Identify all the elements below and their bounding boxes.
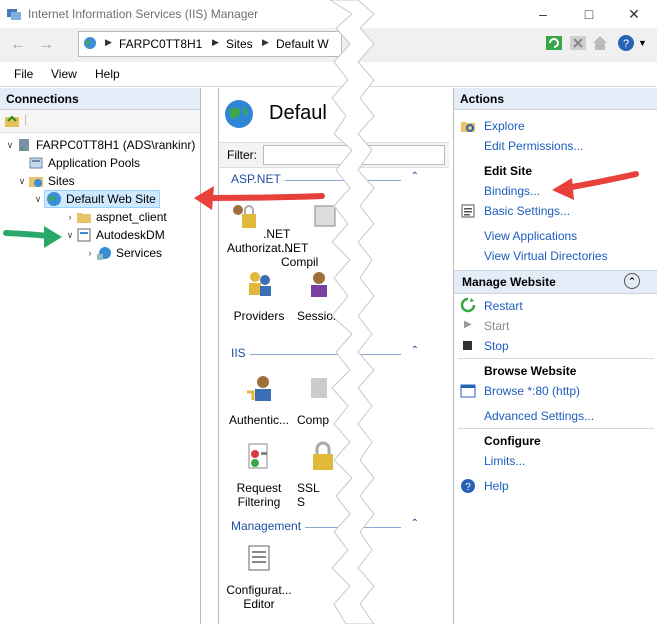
stop-link[interactable]: Stop — [484, 339, 509, 353]
collapse-icon[interactable]: ⌃ — [411, 518, 419, 529]
tree-item-aspnet-client[interactable]: › aspnet_client — [64, 208, 195, 226]
svg-text:?: ? — [465, 482, 471, 493]
path-chevron-icon: ▶ — [262, 37, 269, 47]
path-segment-site[interactable]: Default W — [276, 37, 329, 51]
view-applications-link[interactable]: View Applications — [484, 229, 577, 243]
globe-icon — [225, 100, 253, 128]
divider — [458, 428, 654, 429]
tree-item-services[interactable]: › Services — [84, 244, 195, 262]
connections-panel: Connections | ∨ FARPC0TT8H1 (ADS\rankinr… — [0, 88, 201, 624]
close-button[interactable]: ✕ — [611, 0, 657, 28]
providers-icon — [249, 272, 271, 296]
edit-site-heading: Edit Site — [484, 164, 533, 178]
globe-icon — [47, 192, 61, 206]
help-dropdown-icon[interactable]: ▼ — [638, 38, 647, 48]
actions-header: Actions — [454, 88, 657, 110]
help-icon[interactable]: ? — [617, 34, 635, 52]
manage-website-heading: Manage Website — [462, 275, 556, 289]
menu-help[interactable]: Help — [95, 67, 120, 81]
collapse-icon[interactable]: ⌃ — [411, 171, 419, 182]
sites-folder-icon — [29, 177, 43, 187]
expand-icon[interactable]: › — [64, 212, 76, 222]
torn-edge — [329, 0, 375, 624]
maximize-button[interactable]: □ — [566, 0, 612, 28]
menu-view[interactable]: View — [51, 67, 77, 81]
path-chevron-icon: ▶ — [212, 37, 219, 47]
path-segment-sites[interactable]: Sites — [226, 37, 253, 51]
manage-website-section[interactable]: Manage Website ⌃ — [454, 270, 657, 294]
window-title: Internet Information Services (IIS) Mana… — [28, 7, 259, 21]
restart-icon — [460, 297, 476, 313]
back-button[interactable]: ← — [6, 33, 30, 57]
home-icon[interactable] — [591, 34, 609, 52]
minimize-button[interactable]: – — [520, 0, 566, 28]
browse-80-link[interactable]: Browse *:80 (http) — [484, 384, 580, 398]
tree-item-application-pools[interactable]: Application Pools — [28, 154, 195, 172]
path-segment-server[interactable]: FARPC0TT8H1 — [119, 37, 202, 51]
basic-settings-link[interactable]: Basic Settings... — [484, 204, 570, 218]
collapse-icon[interactable]: ⌃ — [411, 345, 419, 356]
basic-settings-icon — [461, 204, 475, 218]
collapse-icon[interactable]: ⌃ — [624, 273, 640, 289]
folder-icon — [77, 213, 91, 223]
feature-configuration-editor[interactable]: Configurat... Editor — [219, 542, 299, 611]
help-icon: ? — [461, 479, 475, 493]
selected-node[interactable]: Default Web Site — [44, 190, 160, 208]
app-pools-icon — [29, 157, 43, 169]
restart-link[interactable]: Restart — [484, 299, 523, 313]
application-globe-icon — [97, 247, 111, 260]
server-icon — [19, 139, 29, 151]
application-icon — [77, 228, 91, 242]
connections-toolbar: | — [0, 110, 200, 133]
collapse-icon[interactable]: ∨ — [64, 230, 76, 241]
menu-file[interactable]: File — [14, 67, 33, 81]
configuration-editor-icon — [248, 545, 270, 571]
limits-link[interactable]: Limits... — [484, 454, 525, 468]
collapse-icon[interactable]: ∨ — [32, 194, 44, 205]
connections-header: Connections — [0, 88, 200, 110]
tree-item-sites[interactable]: ∨ Sites — [16, 172, 195, 190]
stop-icon[interactable] — [569, 34, 587, 52]
start-icon: ▶ — [464, 319, 472, 330]
actions-panel: Actions Explore Edit Permissions... Edit… — [453, 88, 657, 624]
divider — [458, 358, 654, 359]
collapse-icon[interactable]: ∨ — [4, 140, 16, 151]
tree-item-server[interactable]: ∨ FARPC0TT8H1 (ADS\rankinr) — [4, 136, 196, 154]
lock-people-icon — [232, 205, 256, 228]
explore-link[interactable]: Explore — [484, 119, 525, 133]
iis-icon — [7, 9, 21, 20]
feature-authentication[interactable]: Authentic... — [219, 372, 299, 427]
collapse-icon[interactable]: ∨ — [16, 176, 28, 187]
view-virtual-directories-link[interactable]: View Virtual Directories — [484, 249, 608, 263]
browse-website-heading: Browse Website — [484, 364, 577, 378]
tree-item-default-web-site[interactable]: ∨ Default Web Site — [32, 190, 195, 208]
browse-icon — [460, 384, 476, 398]
request-filtering-icon — [248, 443, 268, 469]
feature-request-filtering[interactable]: Request Filtering — [219, 440, 299, 509]
edit-permissions-link[interactable]: Edit Permissions... — [484, 139, 583, 153]
help-link[interactable]: Help — [484, 479, 509, 493]
path-chevron-icon: ▶ — [105, 37, 112, 47]
feature-providers[interactable]: Providers — [219, 268, 299, 323]
bindings-link[interactable]: Bindings... — [484, 184, 540, 198]
tree-item-autodeskdm[interactable]: ∨ AutodeskDM — [64, 226, 195, 244]
filter-label: Filter: — [227, 148, 257, 162]
expand-icon[interactable]: › — [84, 248, 96, 258]
new-connection-icon[interactable] — [4, 113, 20, 129]
start-link[interactable]: Start — [484, 319, 509, 333]
authentication-icon — [247, 376, 271, 401]
page-title: Defaul — [269, 102, 327, 124]
forward-button[interactable]: → — [34, 33, 58, 57]
refresh-icon[interactable] — [545, 34, 563, 52]
tree-view: ∨ FARPC0TT8H1 (ADS\rankinr) Application … — [4, 136, 195, 262]
toolbar-separator: | — [24, 112, 28, 126]
explore-icon — [461, 122, 475, 132]
stop-icon — [463, 341, 472, 350]
globe-icon — [84, 37, 96, 49]
address-path[interactable]: ▶ FARPC0TT8H1 ▶ Sites ▶ Default W — [78, 31, 342, 57]
svg-text:?: ? — [623, 38, 629, 50]
advanced-settings-link[interactable]: Advanced Settings... — [484, 409, 594, 423]
configure-heading: Configure — [484, 434, 541, 448]
